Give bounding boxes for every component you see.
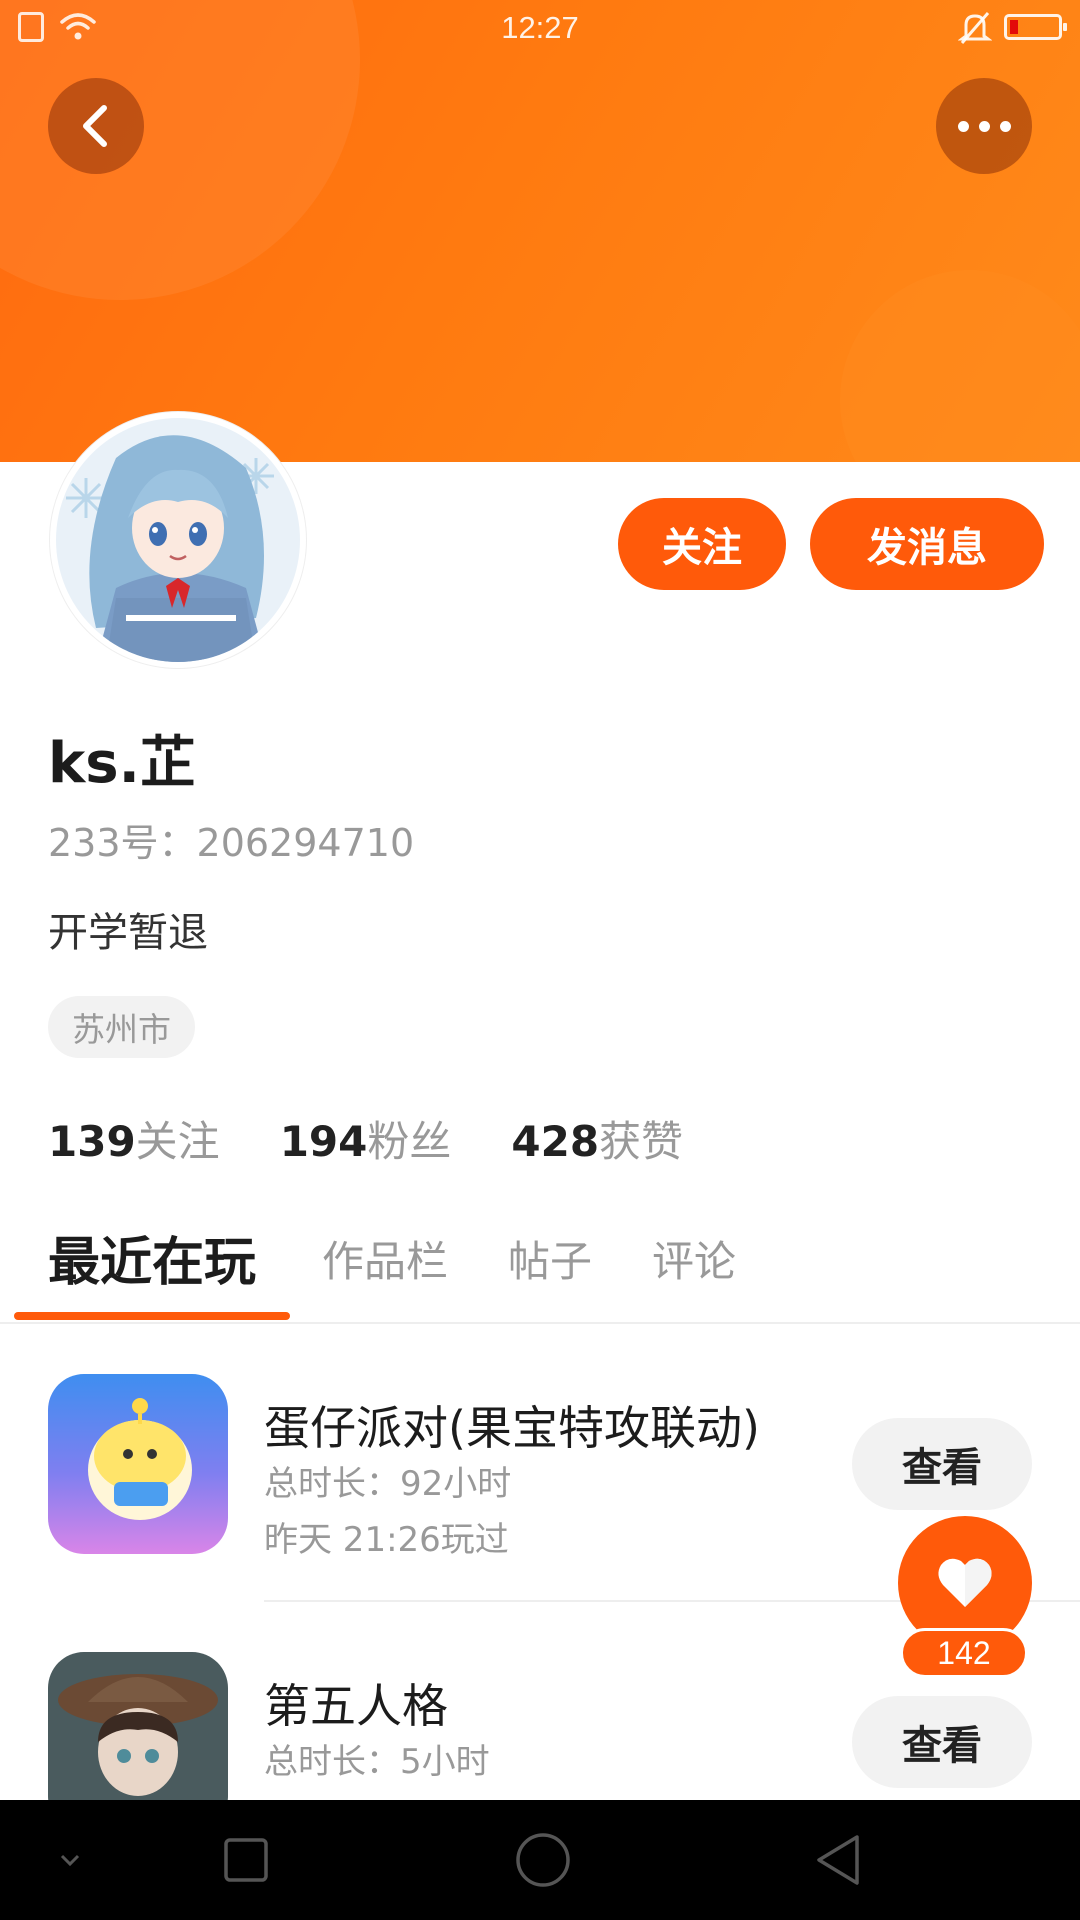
triangle-back-icon bbox=[817, 1835, 859, 1885]
user-id: 233号：206294710 bbox=[48, 821, 415, 865]
more-button[interactable] bbox=[936, 78, 1032, 174]
view-button[interactable]: 查看 bbox=[852, 1696, 1032, 1788]
tab-comments[interactable]: 评论 bbox=[652, 1228, 736, 1289]
recent-apps-button[interactable] bbox=[216, 1800, 276, 1920]
game-duration: 总时长：92小时 bbox=[264, 1464, 512, 1504]
game-title: 蛋仔派对(果宝特攻联动) bbox=[264, 1401, 760, 1455]
tab-recently-played[interactable]: 最近在玩 bbox=[48, 1220, 256, 1295]
profile-banner bbox=[0, 0, 1080, 462]
nickname: ks.芷 bbox=[48, 731, 196, 796]
heart-icon bbox=[938, 1558, 992, 1607]
follow-button[interactable]: 关注 bbox=[618, 498, 786, 590]
tab-works[interactable]: 作品栏 bbox=[322, 1228, 448, 1289]
stat-followers[interactable]: 194粉丝 bbox=[280, 1108, 452, 1169]
game-icon bbox=[48, 1374, 228, 1554]
back-nav-button[interactable] bbox=[808, 1800, 868, 1920]
location-tag: 苏州市 bbox=[48, 996, 195, 1058]
profile-tabs: 最近在玩 作品栏 帖子 评论 bbox=[0, 1218, 1080, 1324]
more-dots-icon bbox=[957, 120, 1011, 132]
stat-likes[interactable]: 428获赞 bbox=[511, 1108, 683, 1169]
view-button[interactable]: 查看 bbox=[852, 1418, 1032, 1510]
tab-posts[interactable]: 帖子 bbox=[508, 1228, 592, 1289]
tab-indicator bbox=[14, 1312, 290, 1320]
home-button[interactable] bbox=[508, 1800, 578, 1920]
square-icon bbox=[224, 1838, 268, 1882]
collapse-nav-button[interactable] bbox=[40, 1800, 100, 1920]
bell-muted-icon bbox=[958, 12, 992, 44]
avatar[interactable] bbox=[50, 412, 306, 668]
like-count: 142 bbox=[900, 1628, 1028, 1678]
profile-stats: 139关注 194粉丝 428获赞 bbox=[48, 1108, 683, 1169]
system-nav-bar bbox=[0, 1800, 1080, 1920]
game-title: 第五人格 bbox=[264, 1679, 448, 1733]
send-message-button[interactable]: 发消息 bbox=[810, 498, 1044, 590]
bio: 开学暂退 bbox=[48, 910, 208, 956]
status-bar: 12:27 bbox=[0, 0, 1080, 56]
battery-icon bbox=[1004, 14, 1067, 40]
back-button[interactable] bbox=[48, 78, 144, 174]
stat-following[interactable]: 139关注 bbox=[48, 1108, 220, 1169]
game-duration: 总时长：5小时 bbox=[264, 1742, 490, 1782]
game-icon bbox=[48, 1652, 228, 1800]
game-last-played: 昨天 21:26玩过 bbox=[264, 1520, 509, 1560]
avatar-image bbox=[56, 418, 300, 662]
chevron-left-icon bbox=[83, 105, 107, 147]
status-time: 12:27 bbox=[501, 10, 579, 45]
chevron-down-icon bbox=[60, 1854, 80, 1867]
circle-icon bbox=[516, 1833, 570, 1887]
game-last-played: 昨天 20:14玩过 bbox=[264, 1790, 509, 1800]
